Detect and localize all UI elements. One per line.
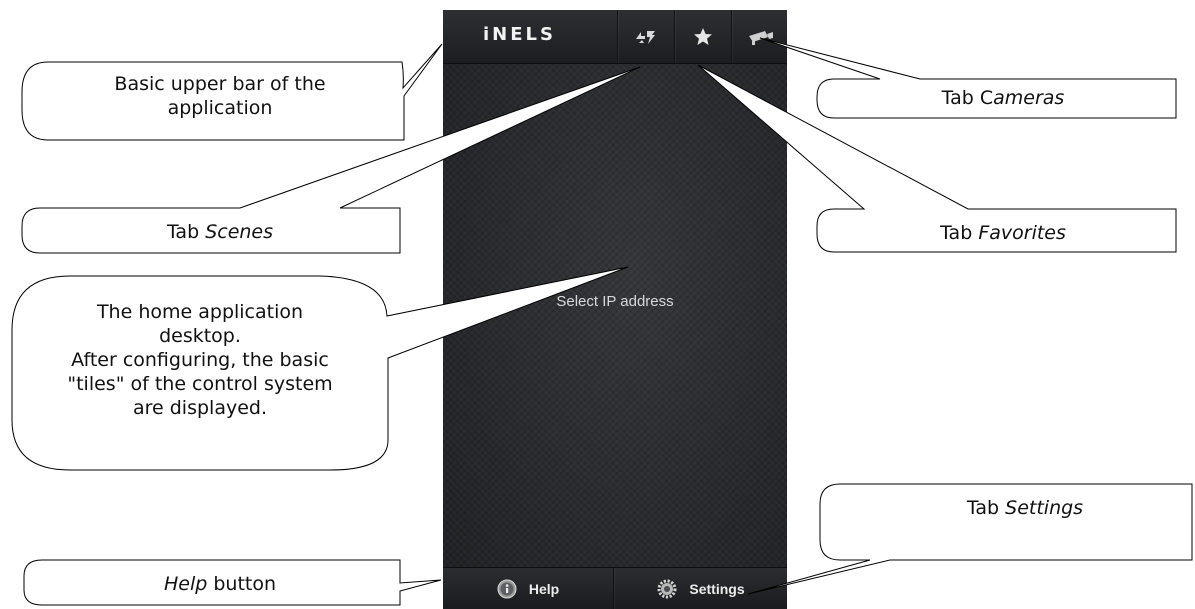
callout-cameras-prefix: Tab C bbox=[941, 87, 994, 109]
callout-desktop-text: The home application desktop. After conf… bbox=[20, 300, 380, 420]
callout-settings-emph: Settings bbox=[1005, 497, 1084, 519]
callout-desktop-line1: The home application bbox=[96, 301, 304, 323]
callout-scenes-text: Tab Scenes bbox=[40, 220, 400, 244]
callout-scenes-prefix: Tab bbox=[166, 221, 206, 243]
callout-desktop-line5: are displayed. bbox=[132, 397, 268, 419]
callout-upper-bar-line1: Basic upper bar of the bbox=[114, 73, 326, 95]
callout-cameras-emph: ameras bbox=[993, 87, 1065, 109]
callout-favorites-prefix: Tab bbox=[940, 222, 979, 244]
callout-upper-bar-text: Basic upper bar of the application bbox=[40, 72, 400, 120]
callout-favorites-text: Tab Favorites bbox=[830, 221, 1176, 245]
callout-scenes-emph: Scenes bbox=[205, 221, 274, 243]
callout-help-text: Help button bbox=[40, 572, 400, 596]
callout-help-suffix: button bbox=[207, 573, 277, 595]
callout-settings-prefix: Tab bbox=[966, 497, 1006, 519]
callout-favorites-emph: Favorites bbox=[978, 222, 1066, 244]
callout-upper-bar-line2: application bbox=[167, 97, 273, 119]
callout-desktop-line4: "tiles" of the control system bbox=[67, 373, 333, 395]
callout-desktop-line3: After configuring, the basic bbox=[71, 349, 329, 371]
callout-cameras-text: Tab Cameras bbox=[830, 86, 1176, 110]
callout-desktop-line2: desktop. bbox=[159, 325, 241, 347]
callout-settings-text: Tab Settings bbox=[900, 496, 1150, 520]
callout-help-emph: Help bbox=[163, 573, 208, 595]
